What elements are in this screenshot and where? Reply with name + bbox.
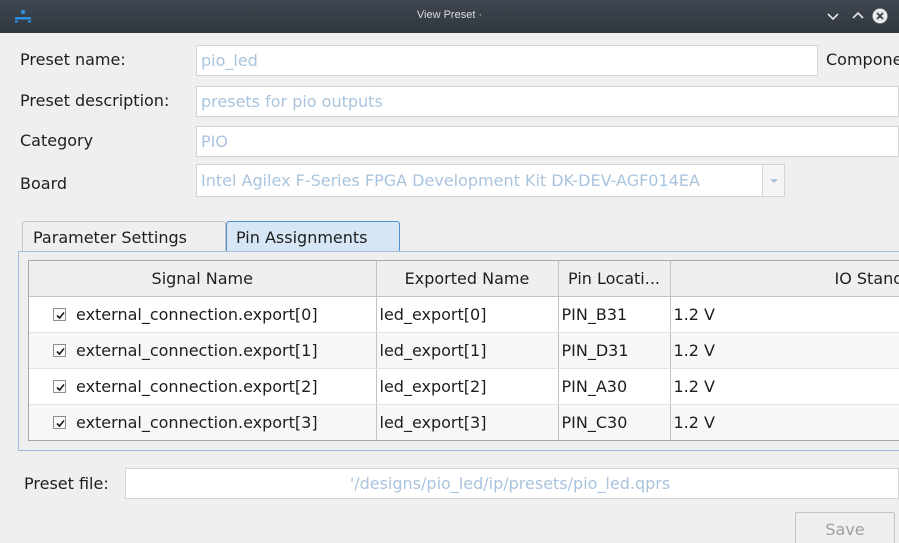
checkmark-icon (56, 347, 65, 355)
io-standard-cell[interactable]: 1.2 V (670, 296, 899, 333)
tab-parameter-settings[interactable]: Parameter Settings (22, 221, 226, 252)
row-checkbox[interactable] (53, 343, 66, 357)
category-label: Category (20, 131, 94, 150)
preset-file-label: Preset file: (24, 474, 109, 493)
column-header-exported-name[interactable]: Exported Name (376, 261, 559, 297)
tab-pin-assignments[interactable]: Pin Assignments (226, 221, 400, 252)
signal-name-cell: external_connection.export[2] (29, 368, 377, 405)
signal-name-cell: external_connection.export[0] (29, 296, 377, 333)
column-header-pin-location[interactable]: Pin Locati... (558, 261, 671, 297)
component-label: Componen (826, 50, 899, 69)
chevron-down-icon (770, 179, 778, 183)
pin-location-cell[interactable]: PIN_B31 (558, 296, 671, 333)
checkmark-icon (56, 383, 65, 391)
maximize-icon[interactable] (850, 8, 866, 24)
signal-name-cell: external_connection.export[3] (29, 404, 377, 440)
minimize-icon[interactable] (825, 8, 841, 24)
window-title: View Preset · (416, 9, 483, 21)
signal-name-cell: external_connection.export[1] (29, 332, 377, 369)
checkmark-icon (56, 311, 65, 319)
save-button[interactable]: Save (795, 512, 895, 543)
preset-name-label: Preset name: (20, 50, 126, 69)
exported-name-cell[interactable]: led_export[2] (376, 368, 559, 405)
column-header-io-standard[interactable]: IO Stand. (670, 261, 899, 297)
table-row[interactable]: external_connection.export[0] led_export… (29, 296, 899, 333)
table-row[interactable]: external_connection.export[3] led_export… (29, 404, 899, 440)
signal-name: external_connection.export[0] (76, 304, 318, 324)
exported-name-cell[interactable]: led_export[1] (376, 332, 559, 369)
checkmark-icon (56, 419, 65, 427)
preset-description-label: Preset description: (20, 91, 170, 110)
row-checkbox[interactable] (53, 415, 66, 429)
board-dropdown-button[interactable] (763, 164, 785, 197)
signal-name: external_connection.export[1] (76, 340, 318, 360)
exported-name-cell[interactable]: led_export[3] (376, 404, 559, 440)
io-standard-cell[interactable]: 1.2 V (670, 404, 899, 440)
io-standard-cell[interactable]: 1.2 V (670, 368, 899, 405)
table-row[interactable]: external_connection.export[1] led_export… (29, 332, 899, 369)
row-checkbox[interactable] (53, 307, 66, 321)
pin-location-cell[interactable]: PIN_C30 (558, 404, 671, 440)
row-checkbox[interactable] (53, 379, 66, 393)
pin-location-cell[interactable]: PIN_D31 (558, 332, 671, 369)
table-row[interactable]: external_connection.export[2] led_export… (29, 368, 899, 405)
board-select[interactable]: Intel Agilex F-Series FPGA Development K… (196, 164, 763, 197)
signal-name: external_connection.export[3] (76, 412, 318, 432)
window-titlebar[interactable]: View Preset · (0, 0, 899, 33)
preset-name-field[interactable]: pio_led (196, 45, 818, 76)
signal-name: external_connection.export[2] (76, 376, 318, 396)
column-header-signal-name[interactable]: Signal Name (29, 261, 377, 297)
board-label: Board (20, 174, 68, 193)
io-standard-cell[interactable]: 1.2 V (670, 332, 899, 369)
pin-assignment-table[interactable]: Signal Name Exported Name Pin Locati... … (28, 260, 899, 441)
preset-file-field[interactable]: '/designs/pio_led/ip/presets/pio_led.qpr… (125, 468, 899, 499)
pin-location-cell[interactable]: PIN_A30 (558, 368, 671, 405)
preset-description-field[interactable]: presets for pio outputs (196, 86, 899, 117)
close-icon[interactable] (872, 8, 888, 24)
category-field[interactable]: PIO (196, 126, 899, 157)
exported-name-cell[interactable]: led_export[0] (376, 296, 559, 333)
